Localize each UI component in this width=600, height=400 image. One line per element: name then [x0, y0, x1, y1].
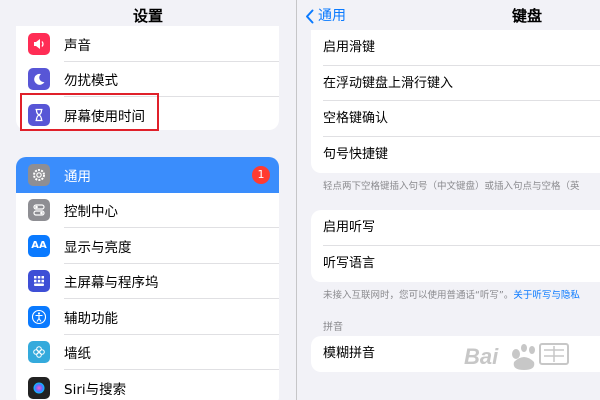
page-title: 键盘 — [512, 7, 543, 25]
keyboard-options-group: 启用滑键 在浮动键盘上滑行键入 空格键确认 句号快捷键 — [311, 30, 600, 173]
sidebar-item-label: Siri与搜索 — [64, 381, 127, 398]
sidebar-item-sound[interactable]: 声音 — [16, 26, 279, 62]
sound-icon — [28, 32, 50, 55]
sidebar-item-label: 控制中心 — [64, 204, 118, 221]
moon-icon — [28, 68, 50, 91]
sidebar-item-home-screen-dock[interactable]: 主屏幕与程序坞 — [16, 264, 279, 299]
screen-time-highlight-box — [20, 93, 159, 131]
enable-dictation-row[interactable]: 启用听写 — [311, 210, 600, 246]
sidebar-item-label: 墙纸 — [64, 346, 91, 363]
accessibility-icon — [28, 305, 50, 328]
settings-sidebar: 设置 声音 勿扰模式 屏幕使用时间 通用 1 控制中心 AA 显示与亮度 主屏幕… — [0, 0, 296, 400]
siri-icon — [28, 376, 50, 399]
sidebar-group-2: 通用 1 控制中心 AA 显示与亮度 主屏幕与程序坞 辅助功能 墙纸 Siri与… — [16, 157, 279, 400]
sidebar-item-label: 勿扰模式 — [64, 73, 118, 90]
sidebar-item-label: 显示与亮度 — [64, 239, 132, 256]
toggles-icon — [28, 199, 50, 222]
notification-badge: 1 — [252, 165, 270, 184]
back-button-label: 通用 — [318, 8, 346, 24]
sidebar-item-wallpaper[interactable]: 墙纸 — [16, 335, 279, 370]
dictation-group: 启用听写 听写语言 — [311, 210, 600, 282]
dictation-note: 未接入互联网时，您可以使用普通话“听写”。关于听写与隐私 — [323, 290, 580, 301]
sidebar-item-general[interactable]: 通用 1 — [16, 157, 279, 193]
sidebar-item-control-center[interactable]: 控制中心 — [16, 193, 279, 228]
dictation-language-row[interactable]: 听写语言 — [311, 246, 600, 282]
gear-icon — [28, 163, 50, 186]
sidebar-item-display-brightness[interactable]: AA 显示与亮度 — [16, 228, 279, 264]
svg-text:Bai: Bai — [464, 344, 499, 369]
slide-to-type-row[interactable]: 启用滑键 — [311, 30, 600, 66]
sidebar-item-siri-search[interactable]: Siri与搜索 — [16, 370, 279, 400]
chevron-left-icon — [306, 9, 314, 23]
sidebar-item-do-not-disturb[interactable]: 勿扰模式 — [16, 62, 279, 97]
sidebar-item-label: 通用 — [64, 168, 91, 185]
baidu-watermark-logo: Bai — [464, 343, 569, 370]
sidebar-item-label: 声音 — [64, 37, 91, 54]
grid-icon — [28, 270, 50, 293]
sidebar-item-accessibility[interactable]: 辅助功能 — [16, 299, 279, 335]
flower-icon — [28, 341, 50, 364]
dictation-privacy-link[interactable]: 关于听写与隐私 — [513, 290, 580, 301]
sidebar-item-label: 辅助功能 — [64, 310, 118, 327]
space-confirm-row[interactable]: 空格键确认 — [311, 101, 600, 137]
period-shortcut-row[interactable]: 句号快捷键 — [311, 137, 600, 173]
period-shortcut-note: 轻点两下空格键插入句号（中文键盘）或插入句点与空格（英 — [323, 181, 580, 192]
sidebar-item-label: 主屏幕与程序坞 — [64, 275, 159, 292]
text-size-icon: AA — [28, 234, 50, 257]
pinyin-section-header: 拼音 — [323, 322, 343, 333]
slide-on-floating-keyboard-row[interactable]: 在浮动键盘上滑行键入 — [311, 66, 600, 101]
back-button[interactable]: 通用 — [305, 0, 346, 32]
